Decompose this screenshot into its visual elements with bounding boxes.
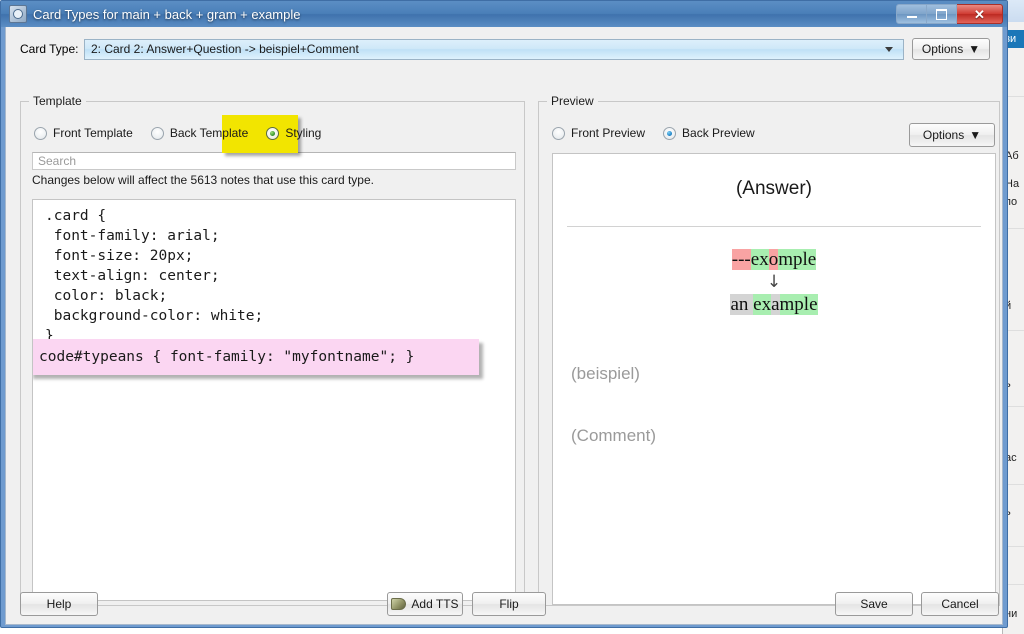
dialog-button-bar: Help Add TTS Flip Save Cancel: [6, 592, 1002, 616]
preview-group-title: Preview: [547, 94, 598, 108]
template-radio-group: Front Template Back Template Styling: [34, 126, 339, 140]
radio-back-template-label: Back Template: [169, 126, 249, 140]
diff-correct-row: an example: [553, 294, 995, 316]
title-bar[interactable]: Card Types for main + back + gram + exam…: [1, 1, 1007, 27]
chevron-down-icon: [885, 46, 893, 52]
radio-back-template[interactable]: Back Template: [150, 126, 249, 140]
card-type-label: Card Type:: [20, 42, 79, 56]
radio-front-preview[interactable]: Front Preview: [552, 126, 645, 140]
dialog-client-area: Card Type: 2: Card 2: Answer+Question ->…: [5, 27, 1003, 625]
search-input[interactable]: Search: [32, 152, 516, 170]
flip-button[interactable]: Flip: [472, 592, 546, 616]
preview-answer-text: (Answer): [735, 178, 812, 199]
card-type-options-button[interactable]: Options ▼: [912, 38, 990, 60]
code-text: .card { font-family: arial; font-size: 2…: [45, 208, 264, 344]
cancel-button[interactable]: Cancel: [921, 592, 999, 616]
maximize-button[interactable]: [927, 4, 957, 24]
preview-typed-answer-diff: ---exomple ↓ an example: [553, 249, 995, 316]
speaker-icon: [391, 598, 407, 610]
radio-back-preview[interactable]: Back Preview: [663, 126, 755, 140]
card-type-dropdown-arrow[interactable]: [875, 40, 903, 59]
add-tts-label: Add TTS: [411, 597, 459, 611]
window-title: Card Types for main + back + gram + exam…: [33, 6, 301, 22]
diff-typed-row: ---exomple: [553, 249, 995, 271]
diff-seg-match: ex: [753, 294, 772, 316]
card-type-options-label: Options: [921, 42, 964, 56]
radio-front-preview-label: Front Preview: [571, 126, 646, 140]
add-tts-button[interactable]: Add TTS: [387, 592, 463, 616]
highlighted-code-line: code#typeans { font-family: "myfontname"…: [33, 339, 479, 375]
template-group-title: Template: [29, 94, 86, 108]
preview-options-label: Options: [922, 128, 965, 142]
preview-field-comment: (Comment): [571, 426, 657, 446]
radio-icon: [552, 126, 565, 140]
maximize-icon: [936, 8, 947, 20]
diff-seg-match: ex: [750, 249, 769, 270]
radio-selected-icon: [266, 126, 280, 140]
diff-seg-removed: o: [768, 249, 779, 270]
diff-seg-match: mple: [778, 249, 817, 270]
card-type-row: Card Type: 2: Card 2: Answer+Question ->…: [20, 38, 990, 60]
card-types-icon: [9, 5, 27, 23]
template-code-editor[interactable]: .card { font-family: arial; font-size: 2…: [32, 199, 516, 601]
preview-radio-group: Front Preview Back Preview: [552, 126, 773, 140]
radio-front-template[interactable]: Front Template: [34, 126, 133, 140]
chevron-down-icon: ▼: [968, 42, 981, 56]
minimize-icon: [906, 16, 917, 18]
diff-seg-removed: ---: [731, 249, 751, 270]
radio-styling[interactable]: Styling: [266, 126, 321, 140]
radio-back-preview-label: Back Preview: [682, 126, 755, 140]
help-button[interactable]: Help: [20, 592, 98, 616]
card-preview-pane: (Answer) ---exomple ↓ an example (beispi…: [552, 153, 996, 605]
preview-field-beispiel: (beispiel): [571, 364, 640, 384]
affected-notes-text: Changes below will affect the 5613 notes…: [32, 173, 374, 187]
radio-icon: [34, 126, 47, 140]
card-type-value: 2: Card 2: Answer+Question -> beispiel+C…: [91, 42, 359, 56]
radio-styling-label: Styling: [285, 126, 322, 140]
chevron-down-icon: ▼: [969, 128, 982, 142]
preview-divider: [567, 226, 981, 227]
down-arrow-icon: ↓: [766, 271, 782, 292]
highlighted-code-text: code#typeans { font-family: "myfontname"…: [39, 349, 415, 365]
close-button[interactable]: ✕: [957, 4, 1003, 24]
radio-icon: [150, 126, 164, 140]
diff-seg-match: mple: [779, 294, 818, 316]
preview-options-button[interactable]: Options ▼: [909, 123, 995, 147]
card-type-combobox[interactable]: 2: Card 2: Answer+Question -> beispiel+C…: [84, 38, 904, 60]
radio-selected-icon: [663, 126, 677, 140]
diff-seg-expected: a: [771, 294, 780, 316]
save-button[interactable]: Save: [835, 592, 913, 616]
card-types-dialog: Card Types for main + back + gram + exam…: [0, 0, 1008, 628]
diff-seg-expected: an: [730, 294, 754, 316]
window-controls: ✕: [896, 4, 1007, 24]
radio-front-template-label: Front Template: [53, 126, 133, 140]
minimize-button[interactable]: [896, 4, 927, 24]
